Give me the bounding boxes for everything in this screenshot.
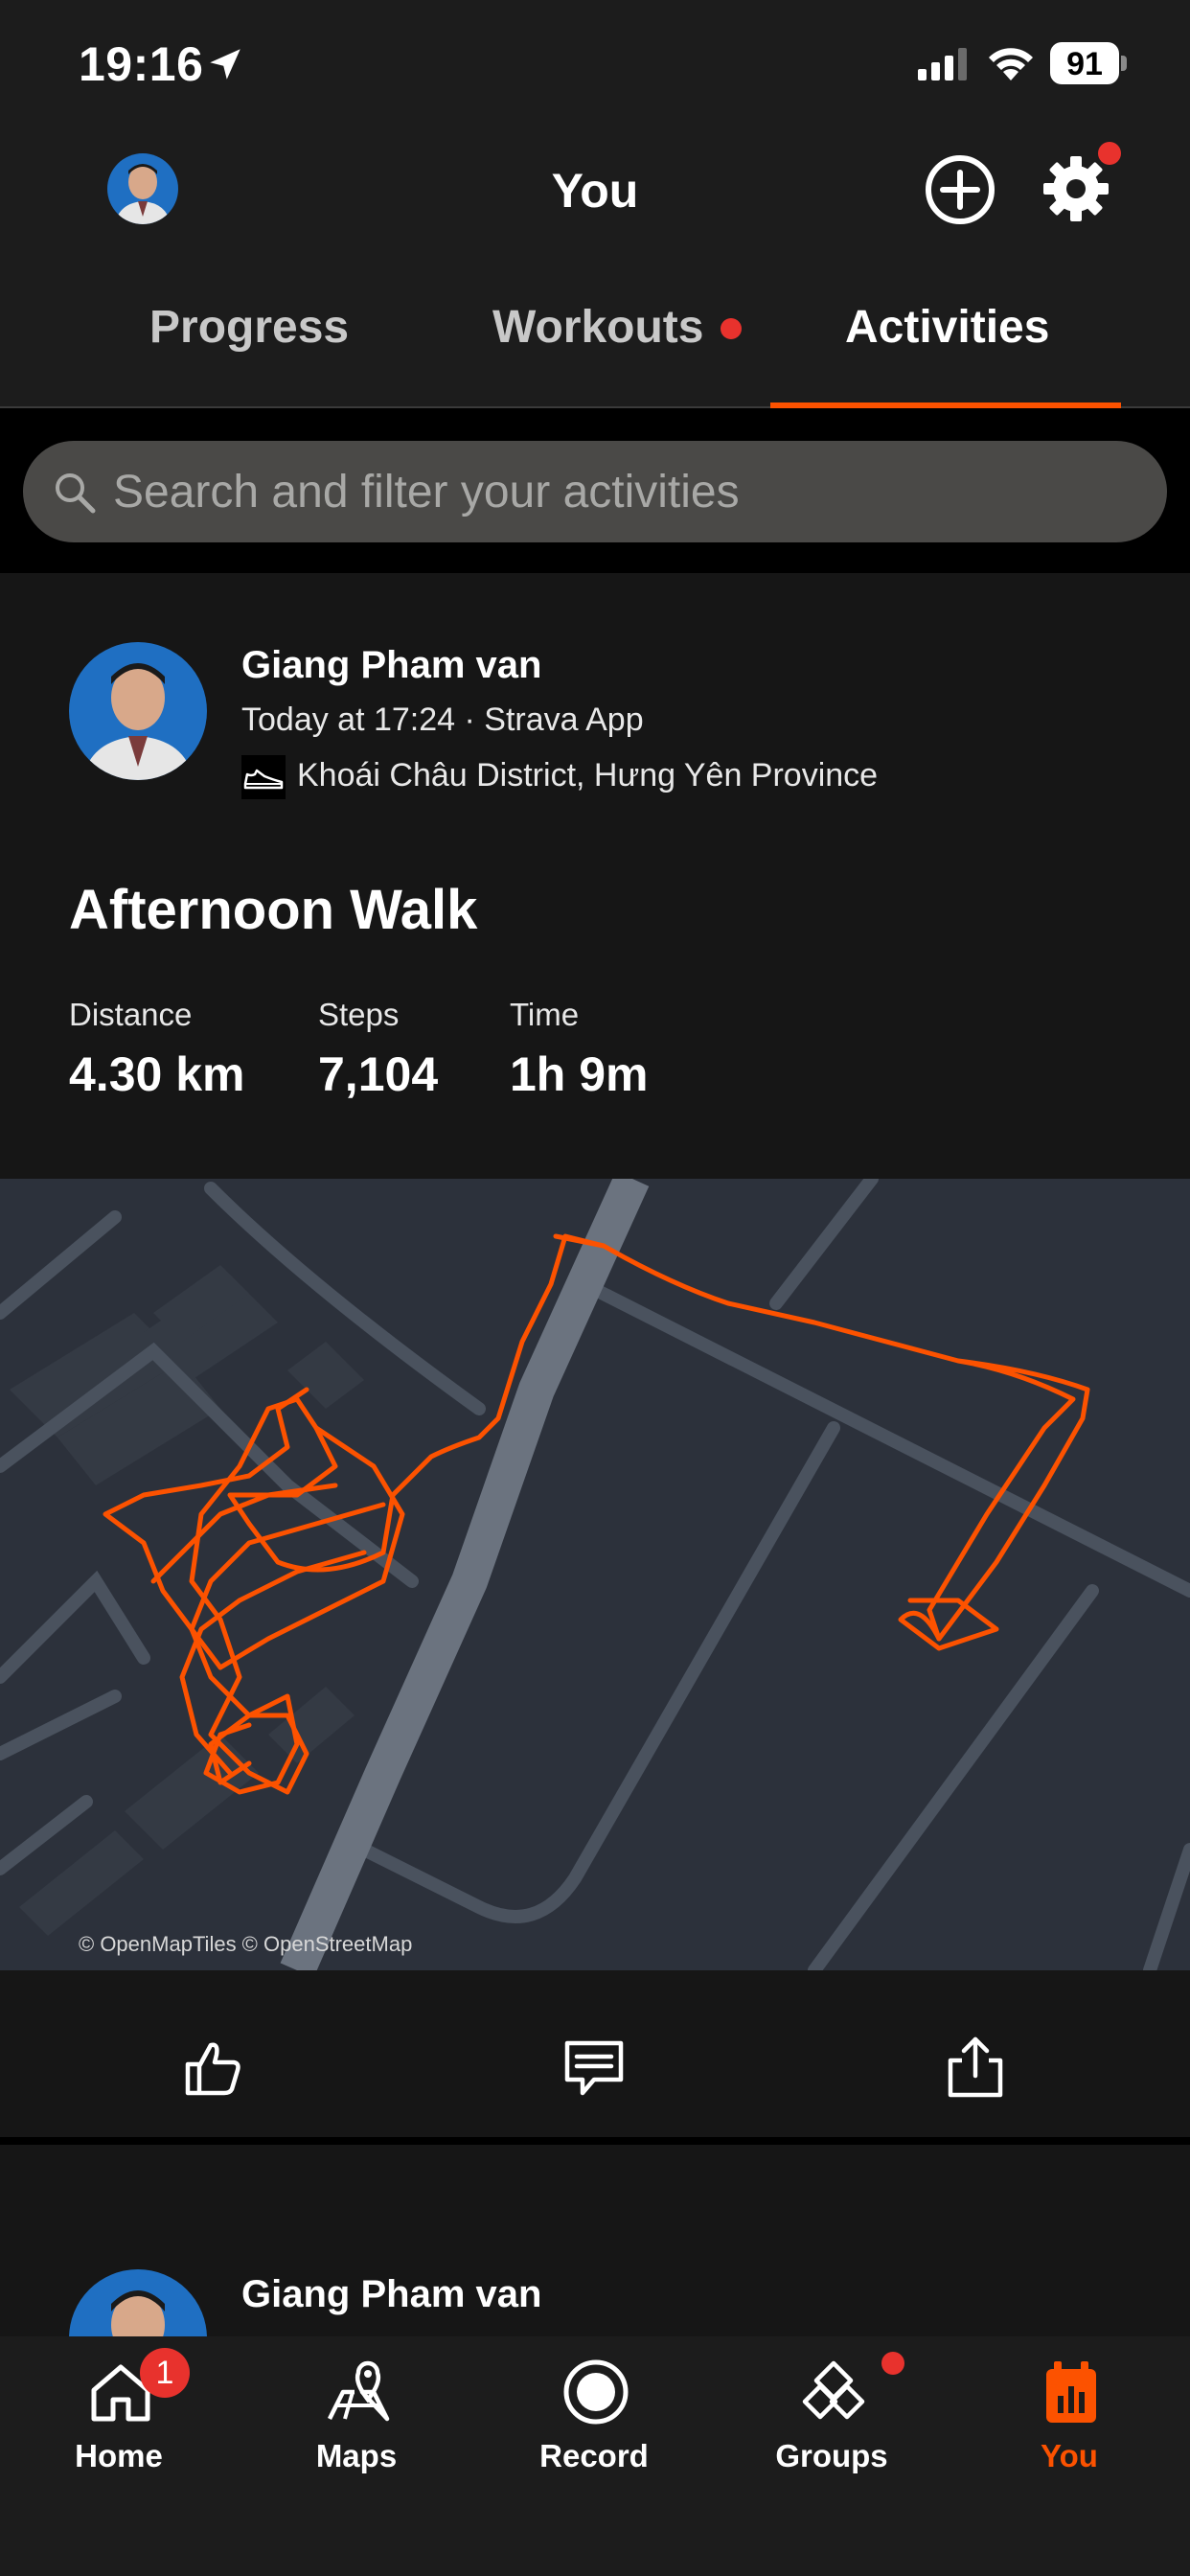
stat-label-steps: Steps	[318, 997, 400, 1032]
nav-label-home: Home	[75, 2438, 163, 2473]
nav-you[interactable]: You	[950, 2336, 1188, 2576]
add-icon[interactable]	[924, 153, 996, 226]
nav-label-maps: Maps	[315, 2438, 398, 2473]
activity-location: Khoái Châu District, Hưng Yên Province	[297, 757, 879, 794]
app-header: You	[0, 134, 1190, 259]
search-placeholder: Search and filter your activities	[113, 467, 740, 518]
search-input[interactable]: Search and filter your activities	[23, 441, 1167, 542]
activity-card-next[interactable]: Giang Pham van	[0, 2145, 1190, 2336]
maps-icon	[327, 2360, 390, 2422]
settings-notification-dot	[1098, 142, 1121, 165]
card-divider	[0, 2137, 1190, 2145]
nav-record[interactable]: Record	[475, 2336, 713, 2576]
stat-value-distance: 4.30 km	[69, 1047, 245, 1101]
share-icon[interactable]	[941, 2034, 1010, 2103]
tab-workouts[interactable]: Workouts	[492, 301, 703, 354]
cellular-signal-icon	[918, 48, 967, 80]
nav-label-groups: Groups	[775, 2438, 888, 2473]
record-icon	[563, 2359, 629, 2425]
workouts-notification-dot	[721, 318, 742, 339]
tab-activities[interactable]: Activities	[845, 301, 1049, 354]
wifi-icon	[989, 48, 1033, 80]
map-canvas	[0, 1179, 1190, 1970]
stat-value-steps: 7,104	[318, 1047, 439, 1101]
athlete-avatar[interactable]	[69, 2269, 207, 2336]
you-icon	[1046, 2361, 1096, 2423]
activity-map[interactable]: © OpenMapTiles © OpenStreetMap	[0, 1179, 1190, 1970]
activity-actions	[0, 1970, 1190, 2137]
stat-value-time: 1h 9m	[510, 1047, 649, 1101]
nav-groups[interactable]: Groups	[713, 2336, 950, 2576]
nav-label-you: You	[1041, 2438, 1098, 2473]
tab-bar-top: Progress Workouts Activities	[0, 259, 1190, 408]
status-bar: 19:16 91	[0, 0, 1190, 134]
location-arrow-icon	[210, 49, 240, 80]
stat-label-distance: Distance	[69, 997, 193, 1032]
status-time: 19:16	[79, 37, 204, 91]
athlete-name[interactable]: Giang Pham van	[241, 2273, 541, 2316]
nav-home[interactable]: 1 Home	[0, 2336, 238, 2576]
nav-label-record: Record	[539, 2438, 649, 2473]
athlete-avatar[interactable]	[69, 642, 207, 780]
battery-level: 91	[1066, 46, 1103, 82]
athlete-name[interactable]: Giang Pham van	[241, 644, 541, 687]
stat-label-time: Time	[510, 997, 580, 1032]
notification-badge: 1	[140, 2348, 190, 2398]
shoe-icon	[241, 755, 286, 799]
page-title: You	[551, 164, 639, 218]
tab-progress[interactable]: Progress	[149, 301, 349, 354]
search-icon	[56, 473, 96, 514]
comment-icon[interactable]	[560, 2034, 629, 2103]
groups-icon	[802, 2360, 865, 2420]
activity-title[interactable]: Afternoon Walk	[69, 878, 477, 942]
thumbs-up-icon[interactable]	[178, 2034, 247, 2103]
nav-maps[interactable]: Maps	[238, 2336, 475, 2576]
search-section: Search and filter your activities	[0, 410, 1190, 573]
bottom-nav: 1 Home Maps Record Groups You	[0, 2336, 1190, 2576]
activity-meta: Today at 17:24 · Strava App	[241, 702, 644, 738]
active-tab-indicator	[770, 402, 1121, 408]
groups-notification-dot	[881, 2352, 904, 2375]
activity-card[interactable]: Giang Pham van Today at 17:24 · Strava A…	[0, 573, 1190, 2137]
battery-indicator: 91	[1050, 42, 1127, 84]
map-attribution[interactable]: © OpenMapTiles © OpenStreetMap	[79, 1932, 412, 1957]
